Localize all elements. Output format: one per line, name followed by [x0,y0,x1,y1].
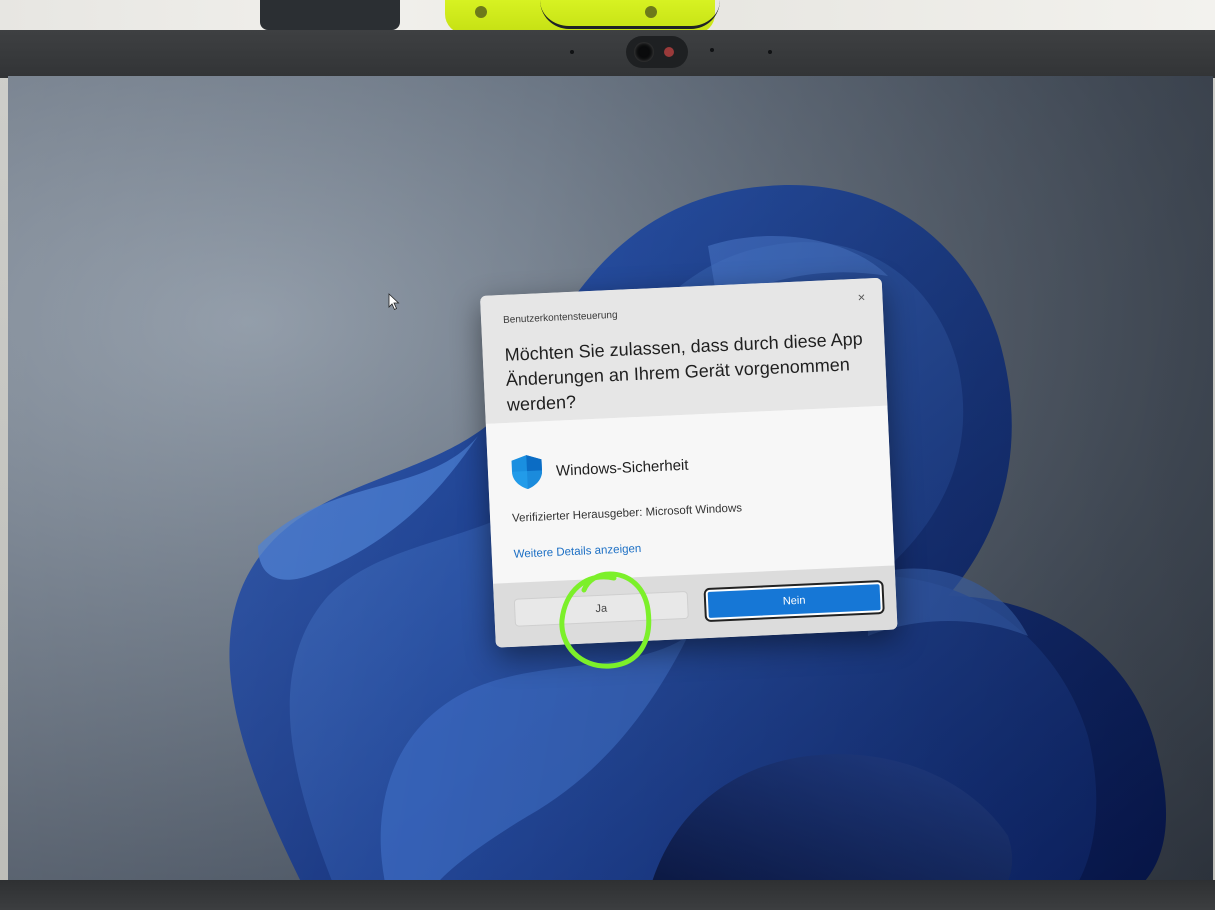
details-link[interactable]: Weitere Details anzeigen [513,543,641,561]
app-name: Windows-Sicherheit [555,456,689,480]
dialog-header: Benutzerkontensteuerung × Möchten Sie zu… [480,277,888,424]
mouse-cursor-icon [388,293,400,311]
uac-dialog: Benutzerkontensteuerung × Möchten Sie zu… [480,277,898,648]
sensor-dot [768,50,772,54]
publisher-text: Verifizierter Herausgeber: Microsoft Win… [511,502,743,525]
no-button[interactable]: Nein [705,582,883,621]
sensor-dot [710,48,714,52]
laptop-bezel-bottom [0,880,1215,910]
dialog-question: Möchten Sie zulassen, dass durch diese A… [504,327,869,418]
app-row: Windows-Sicherheit [509,445,689,493]
background-object [260,0,400,30]
photo: Benutzerkontensteuerung × Möchten Sie zu… [0,0,1215,910]
webcam-lens [634,42,654,62]
dialog-body: Windows-Sicherheit Verifizierter Herausg… [485,405,895,584]
yes-button[interactable]: Ja [513,590,689,627]
laptop-bezel-top [0,30,1215,78]
background-cable [540,0,720,29]
windows-security-shield-icon [511,455,542,490]
webcam-shutter [664,47,674,57]
sensor-dot [570,50,574,54]
dialog-app-title: Benutzerkontensteuerung [502,309,618,326]
close-icon[interactable]: × [852,288,871,307]
